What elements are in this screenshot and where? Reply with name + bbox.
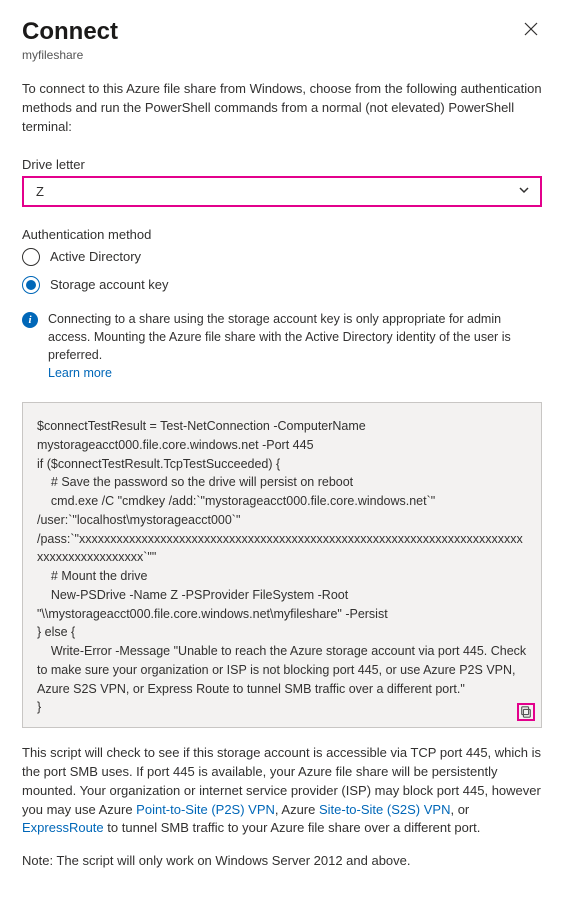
- radio-label: Active Directory: [50, 249, 141, 264]
- intro-text: To connect to this Azure file share from…: [22, 80, 542, 137]
- chevron-down-icon: [518, 184, 530, 199]
- description-text: This script will check to see if this st…: [22, 744, 542, 838]
- drive-letter-value: Z: [36, 184, 44, 199]
- drive-letter-dropdown[interactable]: Z: [22, 176, 542, 207]
- script-content: $connectTestResult = Test-NetConnection …: [37, 419, 530, 714]
- panel-subtitle: myfileshare: [22, 48, 542, 62]
- auth-method-active-directory[interactable]: Active Directory: [22, 248, 542, 266]
- info-icon: i: [22, 312, 38, 328]
- p2s-vpn-link[interactable]: Point-to-Site (P2S) VPN: [136, 802, 275, 817]
- close-icon[interactable]: [520, 18, 542, 43]
- learn-more-link[interactable]: Learn more: [48, 366, 112, 380]
- auth-method-label: Authentication method: [22, 227, 542, 242]
- script-block: $connectTestResult = Test-NetConnection …: [22, 402, 542, 728]
- radio-label: Storage account key: [50, 277, 169, 292]
- s2s-vpn-link[interactable]: Site-to-Site (S2S) VPN: [319, 802, 451, 817]
- info-text: Connecting to a share using the storage …: [48, 310, 542, 383]
- radio-icon: [22, 248, 40, 266]
- auth-method-storage-account-key[interactable]: Storage account key: [22, 276, 542, 294]
- panel-title: Connect: [22, 18, 118, 46]
- radio-icon: [22, 276, 40, 294]
- copy-button[interactable]: [517, 703, 535, 721]
- drive-letter-label: Drive letter: [22, 157, 542, 172]
- expressroute-link[interactable]: ExpressRoute: [22, 820, 104, 835]
- note-text: Note: The script will only work on Windo…: [22, 852, 542, 871]
